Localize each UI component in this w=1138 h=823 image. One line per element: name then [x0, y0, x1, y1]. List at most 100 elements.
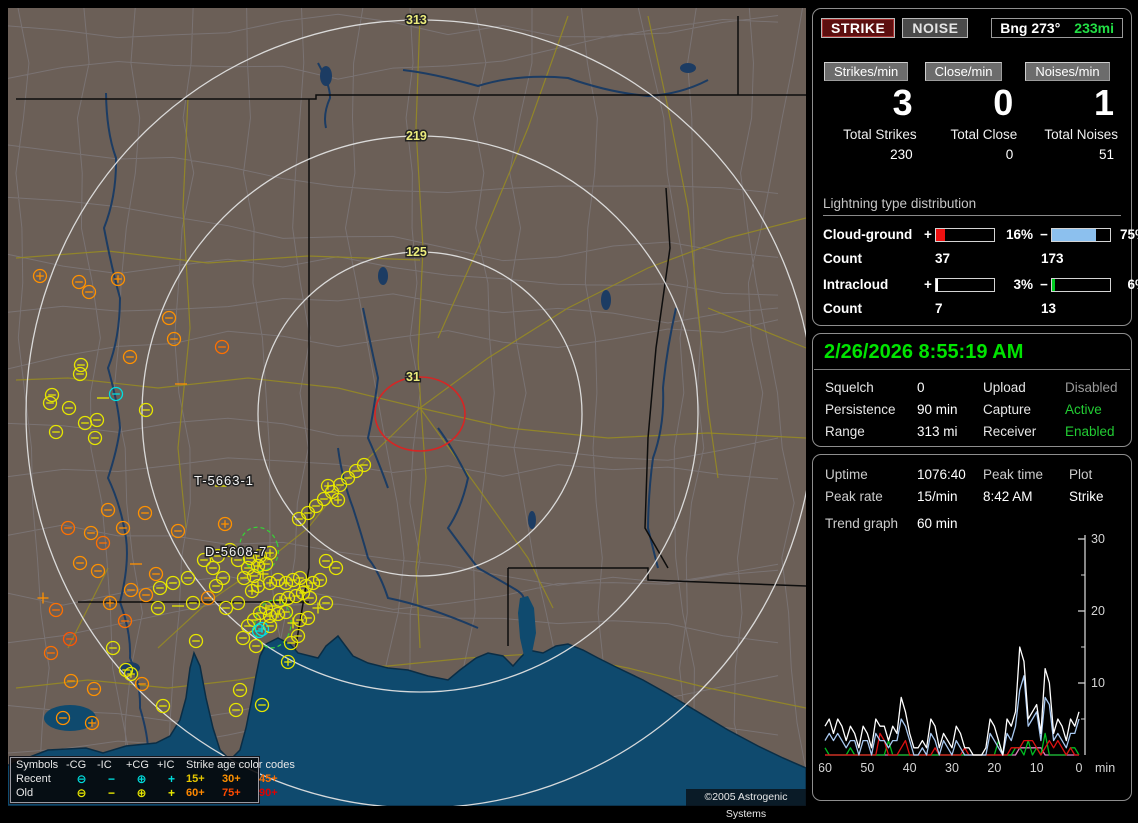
- ic-neg-bar: [1051, 278, 1111, 292]
- close-per-min-header: Close/min: [925, 62, 1003, 81]
- trend-graph-header: Trend graph 60 min: [813, 504, 1131, 531]
- noise-mode-button[interactable]: NOISE: [902, 18, 968, 38]
- strike-counter-panel: STRIKE NOISE Bng 273° 233mi Strikes/min …: [812, 8, 1132, 326]
- svg-text:50: 50: [860, 761, 874, 775]
- svg-text:20: 20: [987, 761, 1001, 775]
- cloud-ground-count-row: Count 37 173: [823, 251, 1121, 266]
- storm-cell-label: D-5608-7: [205, 544, 267, 559]
- range-value: 313 mi: [917, 424, 983, 439]
- legend-col-4: +IC: [157, 758, 186, 772]
- uptime-grid: Uptime 1076:40 Peak time Plot Peak rate …: [813, 455, 1131, 504]
- receiver-label: Receiver: [983, 424, 1065, 439]
- trend-graph: 10 20 30 60 50 40 30 20 10 0 min: [819, 533, 1125, 785]
- total-noises-label: Total Noises: [1025, 127, 1120, 142]
- legend-symbol-icon: ⊖: [66, 772, 97, 786]
- legend-symbol-icon: ⊖: [66, 786, 97, 800]
- cg-neg-count: 173: [1041, 251, 1121, 266]
- peak-time-label: Peak time: [983, 467, 1069, 482]
- status-grid: Squelch 0 Upload Disabled Persistence 90…: [813, 370, 1131, 449]
- legend-row-old: Old⊖−⊕+60+75+90+: [11, 786, 258, 800]
- close-counter-column: Close/min 0 Total Close 0: [922, 62, 1023, 162]
- capture-status: Active: [1065, 402, 1119, 417]
- range-ring-label: 31: [406, 370, 420, 384]
- plot-value: Strike: [1069, 489, 1119, 504]
- ic-neg-percent: 6%: [1111, 277, 1138, 292]
- svg-text:20: 20: [1091, 604, 1105, 618]
- bearing-readout: Bng 273° 233mi: [991, 18, 1123, 38]
- svg-text:30: 30: [1091, 533, 1105, 546]
- squelch-value: 0: [917, 380, 983, 395]
- intracloud-count-row: Count 7 13: [823, 301, 1121, 316]
- noises-per-min-header: Noises/min: [1025, 62, 1109, 81]
- svg-text:0: 0: [1076, 761, 1083, 775]
- trend-graph-window: 60 min: [917, 516, 1119, 531]
- cg-neg-bar: [1051, 228, 1111, 242]
- rate-counters: Strikes/min 3 Total Strikes 230 Close/mi…: [813, 62, 1131, 162]
- persistence-value: 90 min: [917, 402, 983, 417]
- legend-age-code: 75+: [222, 786, 259, 800]
- distribution-title: Lightning type distribution: [823, 196, 1121, 216]
- receiver-status: Enabled: [1065, 424, 1119, 439]
- peak-rate-value: 15/min: [917, 489, 983, 504]
- cg-pos-bar: [935, 228, 995, 242]
- svg-text:10: 10: [1030, 761, 1044, 775]
- trend-panel: Uptime 1076:40 Peak time Plot Peak rate …: [812, 454, 1132, 801]
- ic-pos-bar: [935, 278, 995, 292]
- svg-text:min: min: [1095, 761, 1115, 775]
- strikes-per-min-value: 3: [824, 83, 919, 123]
- legend-symbol-icon: ⊕: [126, 772, 157, 786]
- legend-symbol-icon: −: [97, 772, 126, 786]
- strikes-per-min-header: Strikes/min: [824, 62, 908, 81]
- peak-rate-label: Peak rate: [825, 489, 917, 504]
- legend-age-header: Strike age color codes: [186, 758, 295, 772]
- legend-symbol-icon: ⊕: [126, 786, 157, 800]
- map-symbol-legend: Symbols-CG-IC+CG+ICStrike age color code…: [10, 757, 259, 803]
- legend-col-0: Symbols: [16, 758, 66, 772]
- cg-pos-count: 37: [935, 251, 1041, 266]
- squelch-label: Squelch: [825, 380, 917, 395]
- noises-counter-column: Noises/min 1 Total Noises 51: [1022, 62, 1123, 162]
- svg-text:60: 60: [819, 761, 832, 775]
- cloud-ground-row: Cloud-ground + 16% − 75%: [823, 227, 1121, 242]
- total-strikes-value: 230: [824, 147, 919, 162]
- legend-symbol-icon: +: [157, 786, 186, 800]
- intracloud-row: Intracloud + 3% − 6%: [823, 277, 1121, 292]
- close-per-min-value: 0: [925, 83, 1020, 123]
- strike-mode-button[interactable]: STRIKE: [821, 18, 895, 38]
- distance-value: 233mi: [1074, 20, 1114, 36]
- legend-age-code: 30+: [222, 772, 259, 786]
- copyright-text: ©2005 Astrogenic Systems: [686, 789, 806, 806]
- svg-text:40: 40: [903, 761, 917, 775]
- svg-text:10: 10: [1091, 676, 1105, 690]
- legend-age-code: 45+: [259, 772, 295, 786]
- status-panel: 2/26/2026 8:55:19 AM Squelch 0 Upload Di…: [812, 333, 1132, 447]
- cg-pos-sign: +: [921, 227, 935, 242]
- ic-neg-sign: −: [1037, 277, 1051, 292]
- cg-neg-percent: 75%: [1111, 227, 1138, 242]
- legend-symbol-icon: −: [97, 786, 126, 800]
- range-ring-label: 313: [406, 13, 427, 27]
- datetime-display: 2/26/2026 8:55:19 AM: [814, 334, 1130, 370]
- uptime-value: 1076:40: [917, 467, 983, 482]
- legend-col-2: -IC: [97, 758, 126, 772]
- legend-header-row: Symbols-CG-IC+CG+ICStrike age color code…: [11, 758, 258, 772]
- range-ring-label: 219: [406, 129, 427, 143]
- lightning-map[interactable]: 31321912531T-5663-1D-5608-7: [8, 8, 806, 806]
- legend-age-code: 90+: [259, 786, 295, 800]
- cloud-ground-label: Cloud-ground: [823, 227, 921, 242]
- legend-row-recent: Recent⊖−⊕+15+30+45+: [11, 772, 258, 786]
- storm-cell-label: T-5663-1: [194, 473, 254, 488]
- cg-neg-sign: −: [1037, 227, 1051, 242]
- map-canvas: 31321912531T-5663-1D-5608-7: [8, 8, 806, 806]
- plot-label: Plot: [1069, 467, 1119, 482]
- legend-col-1: -CG: [66, 758, 97, 772]
- total-noises-value: 51: [1025, 147, 1120, 162]
- ic-pos-percent: 3%: [995, 277, 1037, 292]
- noises-per-min-value: 1: [1025, 83, 1120, 123]
- upload-status: Disabled: [1065, 380, 1119, 395]
- svg-text:30: 30: [945, 761, 959, 775]
- persistence-label: Persistence: [825, 402, 917, 417]
- cg-pos-percent: 16%: [995, 227, 1037, 242]
- ic-neg-count: 13: [1041, 301, 1121, 316]
- cg-count-label: Count: [823, 251, 935, 266]
